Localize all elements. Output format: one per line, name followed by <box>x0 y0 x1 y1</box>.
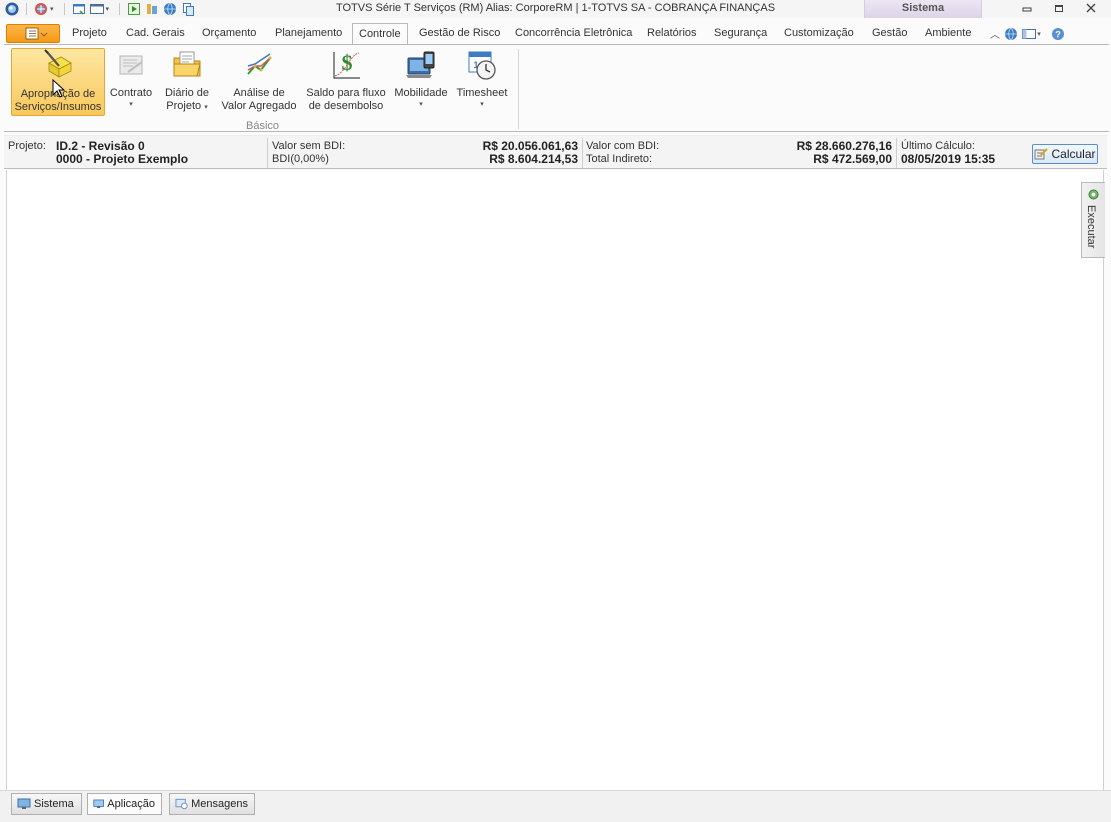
project-name: 0000 - Projeto Exemplo <box>56 152 189 166</box>
divider <box>267 138 268 168</box>
restore-icon <box>1055 5 1063 12</box>
minimize-icon <box>1022 7 1032 12</box>
app-icon <box>93 799 104 809</box>
tab-label: Mensagens <box>191 798 248 810</box>
tab-controle[interactable]: Controle <box>352 23 408 45</box>
button-label-line1: Contrato <box>109 87 153 99</box>
button-label-line1: Diário de <box>164 87 210 99</box>
close-icon <box>1086 3 1096 13</box>
valor-sem-bdi-label: Valor sem BDI: <box>272 140 346 152</box>
menu-icon <box>25 27 48 40</box>
button-label-line1: Saldo para fluxo <box>306 87 386 99</box>
total-indireto-value: R$ 472.569,00 <box>813 152 892 166</box>
valor-com-bdi-label: Valor com BDI: <box>586 140 660 152</box>
divider <box>582 138 583 168</box>
minimize-button[interactable] <box>1016 1 1038 15</box>
dropdown-arrow-icon: ▾ <box>419 101 423 108</box>
tab-planejamento[interactable]: Planejamento <box>275 27 342 39</box>
button-label-line1: Mobilidade <box>394 87 448 99</box>
saldo-fluxo-desembolso-button[interactable]: $ Saldo para fluxo de desembolso <box>304 48 388 116</box>
calcular-label: Calcular <box>1051 147 1096 161</box>
tab-cad-gerais[interactable]: Cad. Gerais <box>126 27 185 39</box>
analise-valor-agregado-button[interactable]: Análise de Valor Agregado <box>220 48 298 116</box>
bottom-tab-bar: Sistema Aplicação Mensagens <box>0 790 1111 822</box>
dollar-chart-icon: $ <box>329 48 363 82</box>
close-button[interactable] <box>1080 1 1102 15</box>
executar-side-tab[interactable]: Executar <box>1081 182 1105 258</box>
ultimo-calculo-value: 08/05/2019 15:35 <box>901 152 996 166</box>
bdi-value: R$ 8.604.214,53 <box>489 152 578 166</box>
ribbon-group-label: Básico <box>246 120 280 132</box>
tab-label: Sistema <box>34 798 74 810</box>
projeto-label: Projeto: <box>8 140 46 152</box>
ribbon-panel: Apropriação de Serviços/Insumos Contrato… <box>4 44 1109 132</box>
bdi-label: BDI(0,00%) <box>272 153 329 165</box>
tab-concorrencia-eletronica[interactable]: Concorrência Eletrônica <box>515 27 632 39</box>
chart-icon <box>242 48 276 82</box>
svg-text:$: $ <box>342 50 353 75</box>
timesheet-button[interactable]: 1 Timesheet ▾ <box>455 48 509 116</box>
calcular-button[interactable]: Calcular <box>1032 144 1098 164</box>
main-workspace <box>6 170 1104 790</box>
tab-relatorios[interactable]: Relatórios <box>647 27 697 39</box>
valor-sem-bdi-value: R$ 20.056.061,63 <box>482 139 578 153</box>
mobilidade-button[interactable]: Mobilidade ▾ <box>394 48 448 116</box>
contract-icon <box>114 48 148 82</box>
tab-customizacao[interactable]: Customização <box>784 27 854 39</box>
tab-gestao[interactable]: Gestão <box>872 27 907 39</box>
tab-aplicacao[interactable]: Aplicação <box>87 793 162 815</box>
mobile-icon <box>404 48 438 82</box>
ribbon-options: ︿ ▾ ? <box>988 26 1111 41</box>
ribbon-group-separator <box>518 49 519 129</box>
dropdown-arrow-icon: ▾ <box>480 101 484 108</box>
button-label-line2: Projeto ▾ <box>166 100 208 112</box>
valor-com-bdi-value: R$ 28.660.276,16 <box>796 139 892 153</box>
dropdown-arrow-icon: ▾ <box>129 101 133 108</box>
mouse-cursor-icon <box>52 79 66 98</box>
svg-text:?: ? <box>1055 29 1061 39</box>
folder-icon <box>170 48 204 82</box>
tab-ambiente[interactable]: Ambiente <box>925 27 971 39</box>
button-label-line2: Serviços/Insumos <box>14 101 102 113</box>
layout-options-icon[interactable]: ▾ <box>1020 27 1042 41</box>
tab-sistema[interactable]: Sistema <box>11 793 82 815</box>
button-label-line2: Valor Agregado <box>221 100 297 112</box>
ultimo-calculo-label: Último Cálculo: <box>901 140 975 152</box>
tab-gestao-de-risco[interactable]: Gestão de Risco <box>419 27 500 39</box>
diario-de-projeto-button[interactable]: Diário de Projeto ▾ <box>162 48 212 116</box>
clock-calendar-icon: 1 <box>465 48 499 82</box>
executar-label: Executar <box>1085 205 1097 249</box>
contrato-button[interactable]: Contrato ▾ <box>109 48 153 116</box>
tab-orcamento[interactable]: Orçamento <box>202 27 256 39</box>
web-icon[interactable] <box>1002 27 1020 41</box>
tab-label: Aplicação <box>107 798 155 810</box>
help-icon[interactable]: ? <box>1048 27 1068 41</box>
button-label-line1: Timesheet <box>456 87 508 99</box>
monitor-icon <box>17 798 31 809</box>
total-indireto-label: Total Indireto: <box>586 153 653 165</box>
gear-icon <box>1088 189 1099 200</box>
messages-icon <box>175 798 188 810</box>
project-id: ID.2 - Revisão 0 <box>56 139 145 153</box>
divider <box>896 138 897 168</box>
title-bar: ▾ ▾ TOTVS Série T Serviços (RM) Alias: C… <box>0 0 1111 18</box>
collapse-ribbon-icon[interactable]: ︿ <box>988 26 1002 41</box>
tab-mensagens[interactable]: Mensagens <box>169 793 255 815</box>
tab-projeto[interactable]: Projeto <box>72 27 107 39</box>
apropriacao-servicos-insumos-button[interactable]: Apropriação de Serviços/Insumos <box>11 48 105 116</box>
button-label-line1: Análise de <box>233 87 285 99</box>
context-tab-sistema[interactable]: Sistema <box>864 0 982 18</box>
restore-button[interactable] <box>1048 1 1070 15</box>
calculate-icon <box>1034 148 1049 160</box>
button-label-line2: de desembolso <box>308 100 384 112</box>
project-info-bar: Projeto: ID.2 - Revisão 0 0000 - Projeto… <box>4 135 1107 169</box>
application-menu-button[interactable] <box>6 24 60 43</box>
pencil-box-icon <box>41 49 75 83</box>
tab-seguranca[interactable]: Segurança <box>714 27 767 39</box>
ribbon-tabs: Projeto Cad. Gerais Orçamento Planejamen… <box>0 22 1111 45</box>
